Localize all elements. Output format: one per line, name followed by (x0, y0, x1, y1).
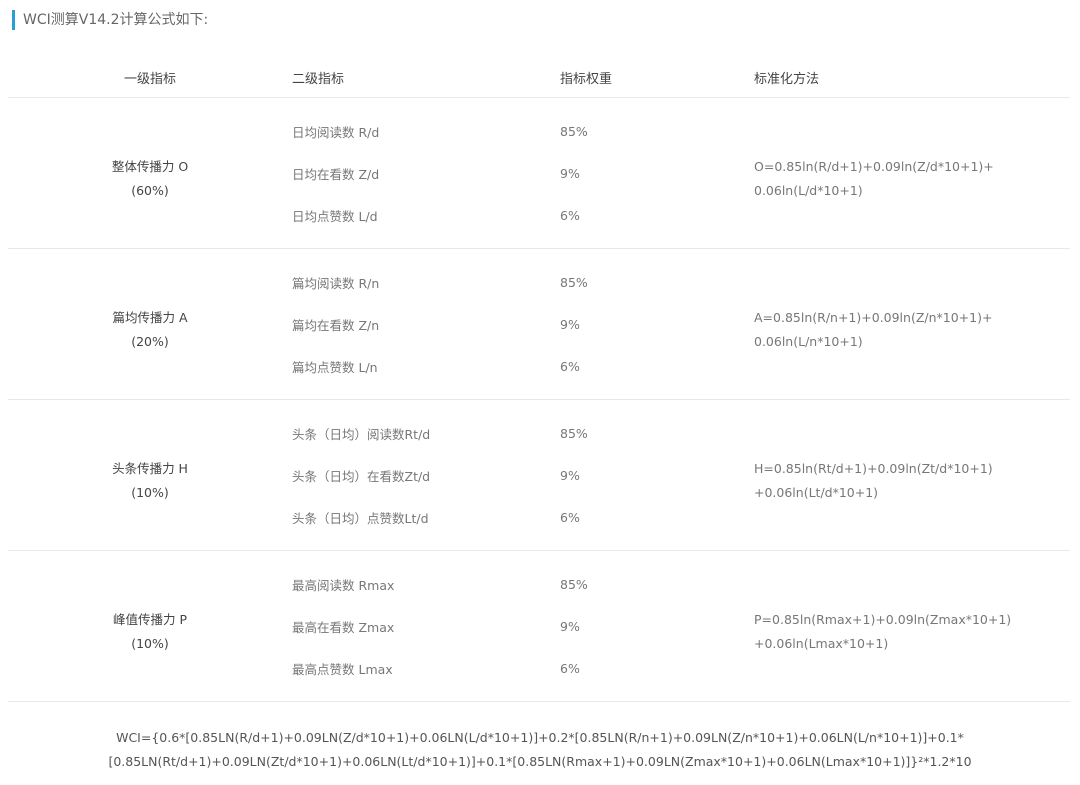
table-header-row: 一级指标 二级指标 指标权重 标准化方法 (8, 58, 1070, 98)
header-primary-index: 一级指标 (8, 58, 292, 98)
wci-total-formula: WCI={0.6*[0.85LN(R/d+1)+0.09LN(Z/d*10+1)… (0, 726, 1080, 774)
primary-index-percent: (60%) (131, 183, 169, 198)
formula-line: 0.06ln(L/n*10+1) (754, 334, 863, 349)
wci-index-table: 一级指标 二级指标 指标权重 标准化方法 整体传播力 O (60%) 日均阅读数… (8, 58, 1070, 702)
total-formula-line: WCI={0.6*[0.85LN(R/d+1)+0.09LN(Z/d*10+1)… (116, 730, 964, 745)
section-heading: WCI测算V14.2计算公式如下: (12, 10, 208, 30)
secondary-index-label: 日均点赞数 L/d (292, 194, 560, 249)
header-normalization-method: 标准化方法 (754, 58, 1070, 98)
primary-index-cell: 篇均传播力 A (20%) (8, 248, 292, 400)
weight-value: 6% (560, 647, 754, 702)
weight-value: 9% (560, 467, 580, 483)
weight-value: 6% (560, 345, 754, 400)
table-row: 篇均传播力 A (20%) 篇均阅读数 R/n 85% A=0.85ln(R/n… (8, 248, 1070, 400)
weight-value: 85% (560, 123, 588, 139)
primary-index-percent: (10%) (131, 485, 169, 500)
secondary-index-label: 最高在看数 Zmax (292, 619, 395, 635)
secondary-index-label: 篇均阅读数 R/n (292, 275, 380, 291)
weight-value: 9% (560, 316, 580, 332)
primary-index-percent: (20%) (131, 334, 169, 349)
weight-value: 85% (560, 425, 588, 441)
table-row: 头条传播力 H (10%) 头条（日均）阅读数Rt/d 85% H=0.85ln… (8, 399, 1070, 551)
normalization-formula: P=0.85ln(Rmax+1)+0.09ln(Zmax*10+1) +0.06… (754, 550, 1070, 702)
weight-value: 9% (560, 165, 580, 181)
primary-index-name: 篇均传播力 A (112, 310, 188, 325)
normalization-formula: O=0.85ln(R/d+1)+0.09ln(Z/d*10+1)+ 0.06ln… (754, 97, 1070, 249)
secondary-index-label: 最高阅读数 Rmax (292, 577, 395, 593)
primary-index-cell: 头条传播力 H (10%) (8, 399, 292, 551)
primary-index-name: 峰值传播力 P (112, 612, 187, 627)
primary-index-cell: 峰值传播力 P (10%) (8, 550, 292, 702)
weight-value: 85% (560, 274, 588, 290)
secondary-index-label: 日均阅读数 R/d (292, 124, 380, 140)
secondary-index-label: 篇均在看数 Z/n (292, 317, 380, 333)
formula-line: O=0.85ln(R/d+1)+0.09ln(Z/d*10+1)+ (754, 159, 994, 174)
weight-value: 85% (560, 576, 588, 592)
primary-index-cell: 整体传播力 O (60%) (8, 97, 292, 249)
primary-index-name: 头条传播力 H (112, 461, 188, 476)
secondary-index-label: 最高点赞数 Lmax (292, 647, 560, 702)
primary-index-name: 整体传播力 O (111, 159, 189, 174)
secondary-index-label: 篇均点赞数 L/n (292, 345, 560, 400)
primary-index-percent: (10%) (131, 636, 169, 651)
formula-line: +0.06ln(Lmax*10+1) (754, 636, 889, 651)
secondary-index-label: 头条（日均）点赞数Lt/d (292, 496, 560, 551)
table-row: 峰值传播力 P (10%) 最高阅读数 Rmax 85% P=0.85ln(Rm… (8, 550, 1070, 702)
formula-line: +0.06ln(Lt/d*10+1) (754, 485, 879, 500)
table-row: 整体传播力 O (60%) 日均阅读数 R/d 85% O=0.85ln(R/d… (8, 97, 1070, 249)
total-formula-line: [0.85LN(Rt/d+1)+0.09LN(Zt/d*10+1)+0.06LN… (108, 754, 972, 769)
weight-value: 9% (560, 618, 580, 634)
weight-value: 6% (560, 194, 754, 249)
formula-line: P=0.85ln(Rmax+1)+0.09ln(Zmax*10+1) (754, 612, 1012, 627)
secondary-index-label: 头条（日均）阅读数Rt/d (292, 426, 431, 442)
formula-line: A=0.85ln(R/n+1)+0.09ln(Z/n*10+1)+ (754, 310, 993, 325)
normalization-formula: H=0.85ln(Rt/d+1)+0.09ln(Zt/d*10+1) +0.06… (754, 399, 1070, 551)
header-weight: 指标权重 (560, 58, 754, 98)
weight-value: 6% (560, 496, 754, 551)
secondary-index-label: 日均在看数 Z/d (292, 166, 380, 182)
header-secondary-index: 二级指标 (292, 58, 560, 98)
secondary-index-label: 头条（日均）在看数Zt/d (292, 468, 431, 484)
formula-line: 0.06ln(L/d*10+1) (754, 183, 863, 198)
normalization-formula: A=0.85ln(R/n+1)+0.09ln(Z/n*10+1)+ 0.06ln… (754, 248, 1070, 400)
formula-line: H=0.85ln(Rt/d+1)+0.09ln(Zt/d*10+1) (754, 461, 993, 476)
